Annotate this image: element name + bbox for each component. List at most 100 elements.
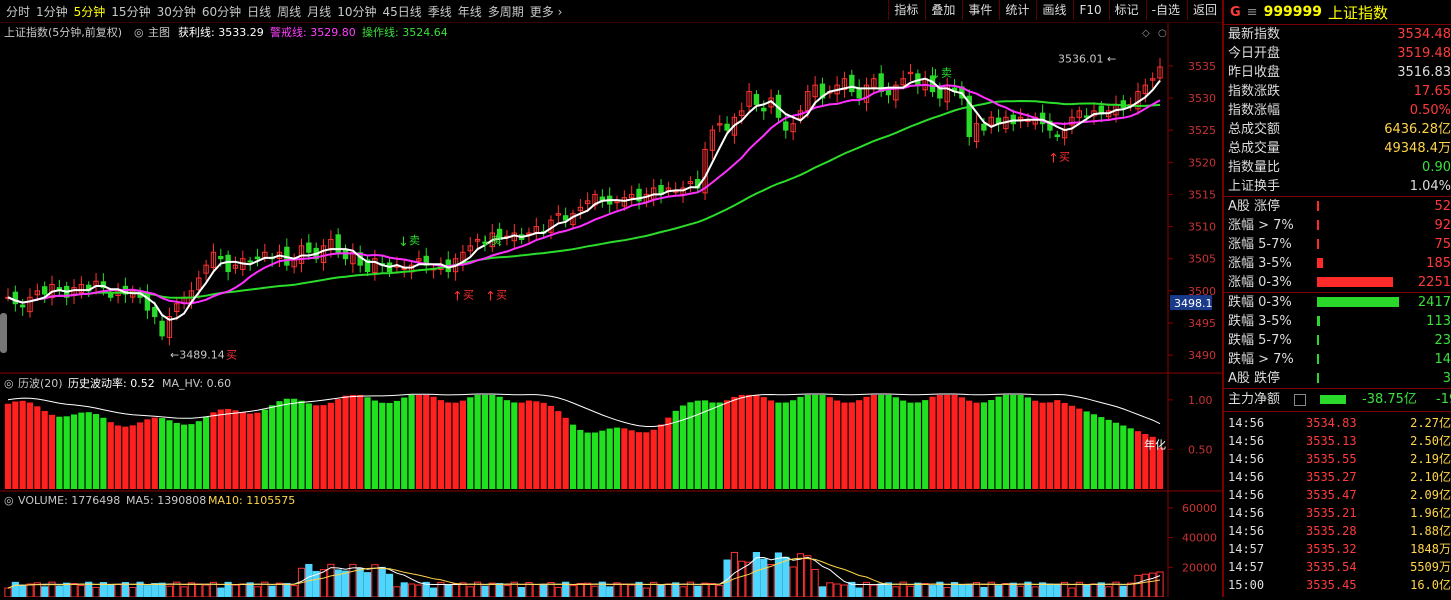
hv-bar bbox=[745, 394, 753, 489]
candle-down bbox=[12, 291, 19, 305]
toolbar-button[interactable]: 画线 bbox=[1036, 0, 1071, 20]
operate-line bbox=[7, 99, 1161, 304]
toolbar-button[interactable]: 叠加 bbox=[925, 0, 960, 20]
candle-down bbox=[218, 256, 224, 260]
annual-label: 年化 bbox=[1144, 437, 1166, 451]
candle-down bbox=[856, 87, 862, 99]
period-tab[interactable]: 日线 bbox=[247, 3, 271, 20]
row-label: 昨日收盘 bbox=[1228, 65, 1281, 80]
row-label: 涨幅 5-7% bbox=[1228, 237, 1292, 252]
volume-bar bbox=[870, 584, 878, 598]
period-tab[interactable]: 年线 bbox=[458, 3, 482, 20]
tick-row: 15:00 3535.45 16.0亿 bbox=[1224, 576, 1451, 594]
row-value: 3 bbox=[1442, 371, 1451, 386]
period-tab[interactable]: 周线 bbox=[277, 3, 301, 20]
tick-time: 14:56 bbox=[1228, 470, 1265, 484]
period-tab[interactable]: 多周期 bbox=[488, 3, 524, 20]
tick-volume: 5509万 bbox=[1410, 560, 1451, 574]
volume-bar bbox=[231, 584, 240, 598]
period-tab[interactable]: 更多 › bbox=[530, 3, 563, 20]
period-tab[interactable]: 30分钟 bbox=[157, 3, 196, 20]
hv-bar bbox=[26, 402, 34, 489]
period-tab[interactable]: 15分钟 bbox=[111, 3, 150, 20]
volume-bar bbox=[70, 583, 78, 598]
hv-bar bbox=[181, 424, 188, 489]
period-tab[interactable]: 5分钟 bbox=[74, 3, 106, 20]
volume-bar bbox=[275, 582, 284, 598]
toolbar-button[interactable]: 返回 bbox=[1186, 0, 1222, 20]
hv-bar bbox=[225, 408, 232, 489]
period-tab[interactable]: 分时 bbox=[6, 3, 30, 20]
volume-bar bbox=[554, 586, 562, 598]
volume-bar bbox=[319, 569, 328, 598]
quote-row: 指数涨幅 0.50% bbox=[1224, 101, 1451, 120]
hv-bar bbox=[283, 398, 290, 489]
hv-bar bbox=[870, 394, 877, 489]
row-value: 1.04% bbox=[1409, 179, 1451, 194]
toolbar-button[interactable]: 标记 bbox=[1108, 0, 1144, 20]
period-tab[interactable]: 季线 bbox=[428, 3, 452, 20]
hv-bar bbox=[1068, 405, 1076, 489]
volume-bar bbox=[569, 585, 577, 598]
chart-svg[interactable]: 上证指数(5分钟,前复权) ◎ 主图 获利线: 3533.29 警戒线: 3529.80… bbox=[0, 23, 1222, 598]
volume-bar bbox=[745, 561, 753, 598]
row-label: 指数涨幅 bbox=[1228, 103, 1281, 118]
volume-label: VOLUME: 1776498 bbox=[18, 494, 120, 507]
y-tick-label: 20000 bbox=[1182, 561, 1217, 574]
tick-row: 14:56 3535.28 1.88亿 bbox=[1224, 522, 1451, 540]
period-tab[interactable]: 45日线 bbox=[382, 3, 421, 20]
hv-bar bbox=[203, 416, 210, 489]
hv-bar bbox=[269, 405, 276, 489]
volume-bar bbox=[1068, 587, 1076, 598]
volume-bar bbox=[532, 583, 540, 598]
volume-bar bbox=[187, 582, 196, 598]
tick-list[interactable]: 14:56 3534.83 2.27亿 14:56 3535.13 2.50亿 14:56 3… bbox=[1224, 412, 1451, 594]
volume-bar bbox=[1016, 585, 1025, 598]
toolbar-button[interactable]: 事件 bbox=[962, 0, 997, 20]
period-tab[interactable]: 10分钟 bbox=[337, 3, 376, 20]
hv-bar bbox=[995, 396, 1002, 489]
toolbar-button[interactable]: -自选 bbox=[1145, 0, 1185, 20]
volume-bar bbox=[496, 583, 504, 598]
row-label: 今日开盘 bbox=[1228, 46, 1281, 61]
period-tab[interactable]: 月线 bbox=[307, 3, 331, 20]
volume-bar bbox=[503, 585, 511, 598]
volume-bar bbox=[1053, 584, 1061, 598]
y-tick-label: 60000 bbox=[1182, 502, 1217, 515]
toolbar-button[interactable]: F10 bbox=[1073, 0, 1106, 20]
candle-down bbox=[849, 74, 855, 93]
period-tab[interactable]: 1分钟 bbox=[36, 3, 68, 20]
hv-bar bbox=[687, 402, 694, 489]
main-title: 上证指数(5分钟,前复权) bbox=[4, 25, 122, 39]
hv-bar bbox=[1024, 397, 1032, 489]
menu-icon[interactable]: ≡ bbox=[1247, 5, 1258, 20]
y-tick-label: 1.00 bbox=[1188, 394, 1213, 407]
hv-bar bbox=[775, 402, 782, 489]
toolbar-button[interactable]: 指标 bbox=[888, 0, 923, 20]
candle-down bbox=[306, 242, 312, 253]
hv-bar bbox=[305, 403, 312, 489]
volume-bar bbox=[774, 552, 783, 598]
volume-bar bbox=[576, 583, 584, 598]
capital-toggle-icon[interactable] bbox=[1294, 394, 1306, 406]
tick-volume: 2.10亿 bbox=[1410, 470, 1451, 484]
row-value: 2417 bbox=[1417, 295, 1451, 310]
tick-time: 14:56 bbox=[1228, 452, 1265, 466]
hv-bar bbox=[401, 397, 408, 489]
hv-bar bbox=[247, 413, 254, 489]
volume-ma10-label: MA10: 1105575 bbox=[208, 494, 295, 507]
scroll-handle[interactable] bbox=[0, 313, 7, 353]
quote-row: 总成交额 6436.28亿 bbox=[1224, 120, 1451, 139]
hv-bar bbox=[951, 394, 958, 489]
hv-bar bbox=[430, 396, 437, 489]
volume-bar bbox=[202, 584, 210, 598]
volume-bar bbox=[488, 582, 496, 598]
target-icon: ◎ bbox=[134, 26, 144, 39]
hv-bar bbox=[635, 432, 643, 489]
toolbar-button[interactable]: 统计 bbox=[999, 0, 1034, 20]
g-icon[interactable]: G bbox=[1230, 5, 1241, 20]
tick-price: 3535.45 bbox=[1306, 578, 1357, 592]
period-tab[interactable]: 60分钟 bbox=[202, 3, 241, 20]
row-label: 上证换手 bbox=[1228, 179, 1281, 194]
row-value: 6436.28亿 bbox=[1384, 122, 1451, 137]
